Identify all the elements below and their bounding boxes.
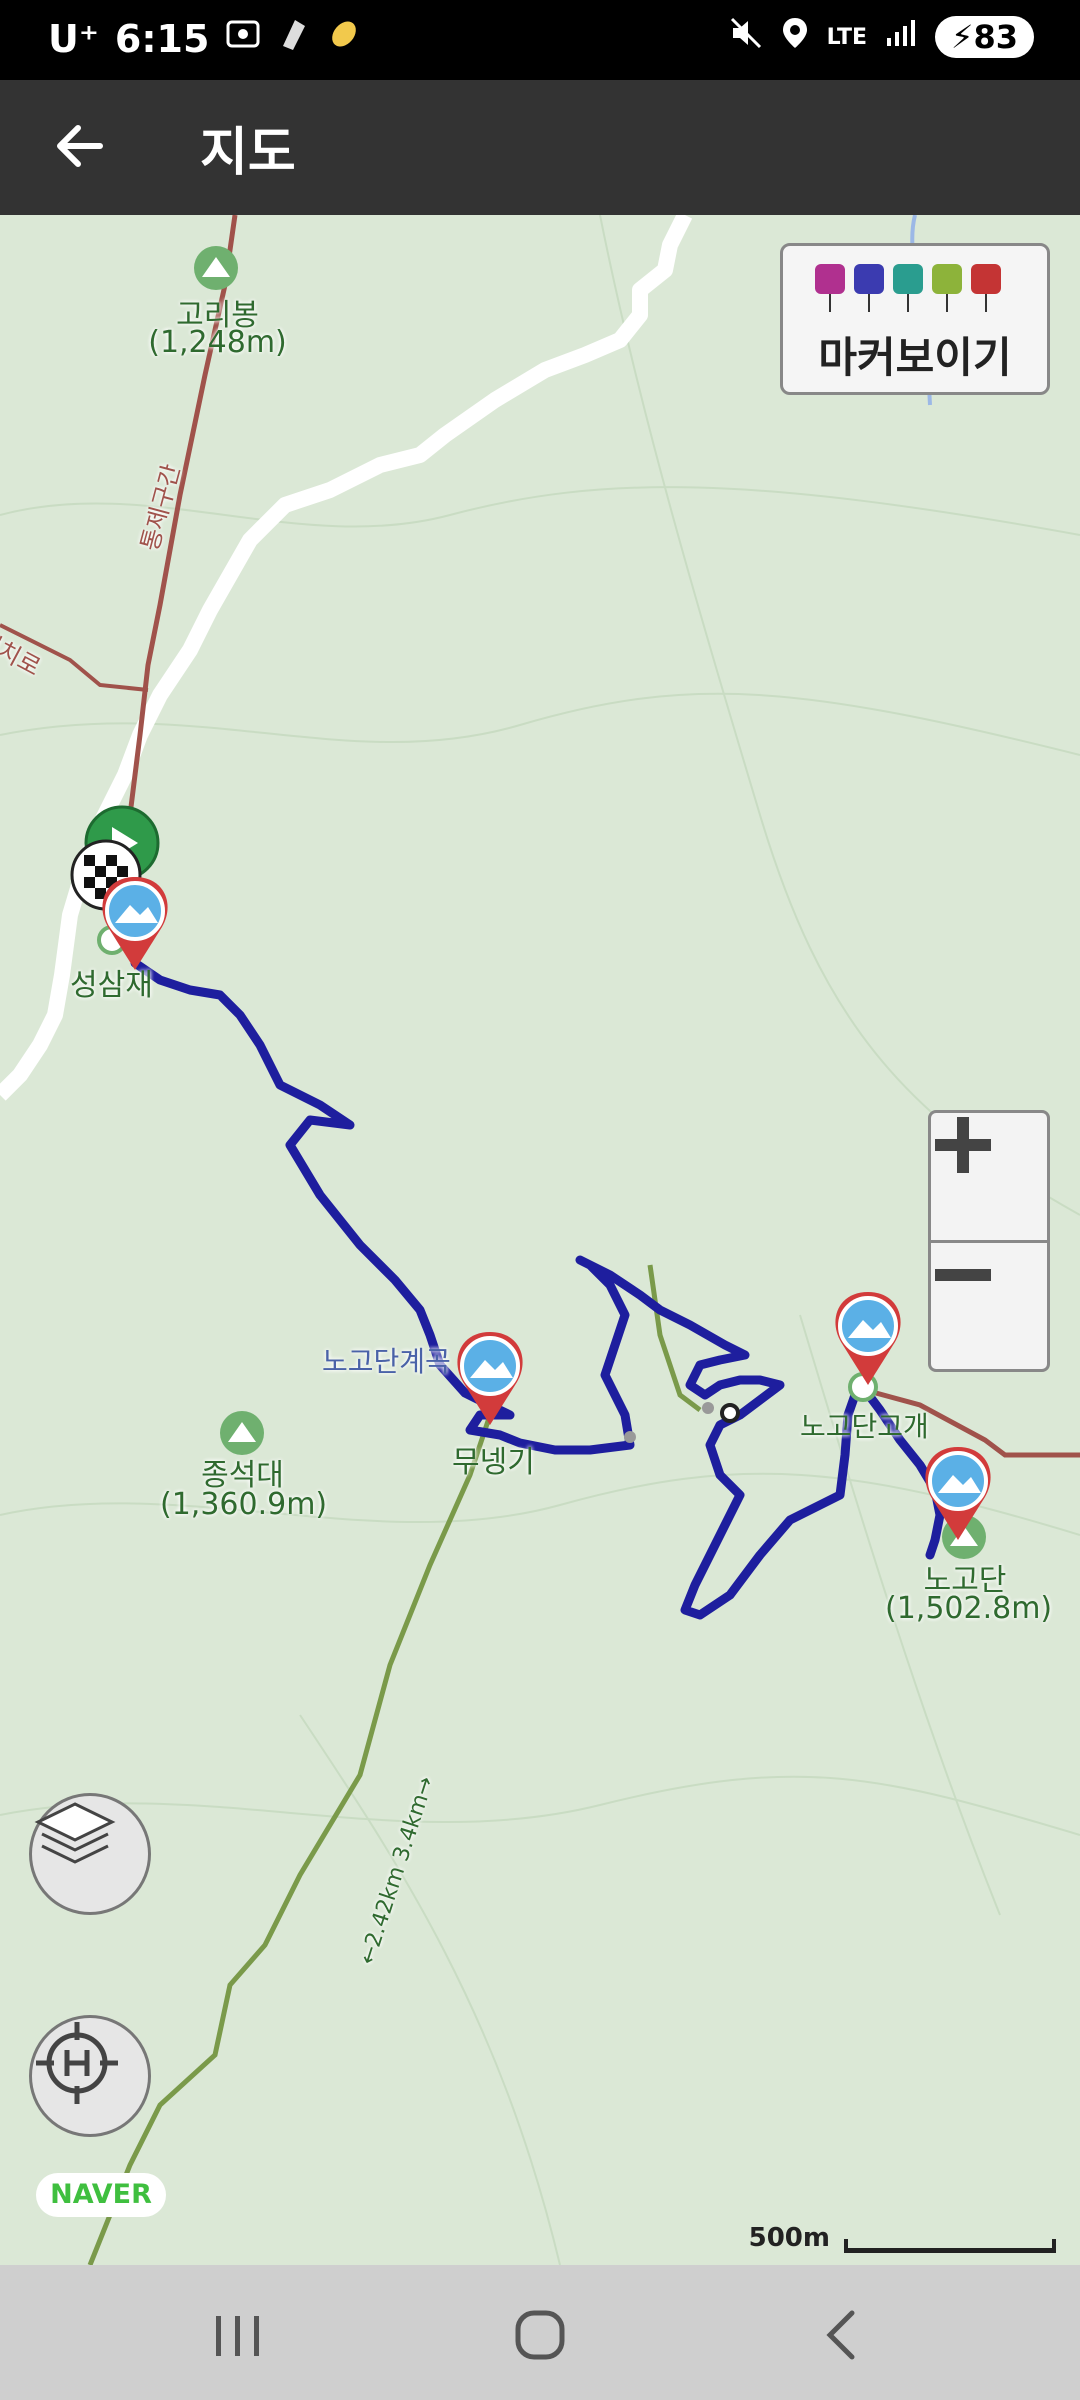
status-bar: U⁺ 6:15 LTE ⚡83 — [0, 0, 1080, 80]
screenshot-icon — [225, 16, 261, 61]
map-view[interactable]: 고리봉 (1,248m) 통제구간 정령치로 성삼재 노고단계곡 무넹기 종석대… — [0, 215, 1080, 2265]
map-label-jongseokdae-elevation: (1,360.9m) — [160, 1487, 328, 1522]
layers-icon — [34, 1802, 116, 1864]
home-icon — [515, 2310, 565, 2360]
signal-icon — [885, 18, 917, 56]
home-button[interactable] — [480, 2295, 600, 2375]
locate-crosshair-icon — [36, 2022, 118, 2104]
map-label-nogodan-valley: 노고단계곡 — [322, 1345, 451, 1378]
map-scale: 500m — [749, 2223, 1056, 2253]
show-markers-label: 마커보이기 — [818, 333, 1012, 382]
map-label-munegi: 무넹기 — [452, 1445, 535, 1480]
video-marker-icon — [854, 264, 884, 312]
app-notification-icon — [327, 16, 361, 61]
battery-indicator: ⚡83 — [935, 16, 1034, 58]
location-icon — [781, 16, 809, 58]
layers-button[interactable] — [29, 1793, 151, 1915]
photo-pin-icon — [102, 877, 168, 970]
photo-pin-icon — [457, 1332, 523, 1425]
recents-button[interactable] — [178, 2295, 298, 2375]
map-label-goribong-elevation: (1,248m) — [148, 325, 287, 360]
photo-pin-icon — [835, 1292, 901, 1385]
plus-icon — [935, 1117, 991, 1173]
pen-marker-icon — [893, 264, 923, 312]
system-nav-bar — [0, 2265, 1080, 2400]
show-markers-button[interactable]: 마커보이기 — [780, 243, 1050, 395]
clock: 6:15 — [114, 16, 210, 61]
scale-bar — [844, 2239, 1056, 2253]
camera-marker-icon — [815, 264, 845, 312]
app-notification-icon — [277, 16, 311, 61]
recents-icon — [216, 2316, 259, 2356]
locate-button[interactable] — [29, 2015, 151, 2137]
arrow-left-icon — [52, 118, 108, 178]
page-title: 지도 — [200, 123, 296, 183]
back-button[interactable] — [40, 108, 120, 188]
memo-marker-icon — [932, 264, 962, 312]
flag-marker-icon — [971, 264, 1001, 312]
map-label-nogodan-pass: 노고단고개 — [800, 1410, 929, 1443]
nav-back-icon — [826, 2310, 855, 2360]
battery-level: 83 — [973, 18, 1018, 56]
zoom-control — [928, 1110, 1050, 1372]
naver-logo: NAVER — [36, 2173, 166, 2217]
app-bar: 지도 — [0, 80, 1080, 215]
scale-label: 500m — [748, 2223, 830, 2253]
minus-icon — [935, 1269, 991, 1281]
marker-type-icons — [815, 264, 1001, 312]
carrier: U⁺ — [48, 16, 99, 61]
network-type: LTE — [826, 24, 867, 50]
zoom-in-button[interactable] — [931, 1113, 1047, 1243]
mute-icon — [729, 16, 763, 58]
map-label-seongsamjae: 성삼재 — [70, 968, 153, 1003]
map-label-nogodan-elevation: (1,502.8m) — [885, 1591, 1053, 1626]
zoom-out-button[interactable] — [931, 1243, 1047, 1370]
nav-back-button[interactable] — [782, 2295, 902, 2375]
